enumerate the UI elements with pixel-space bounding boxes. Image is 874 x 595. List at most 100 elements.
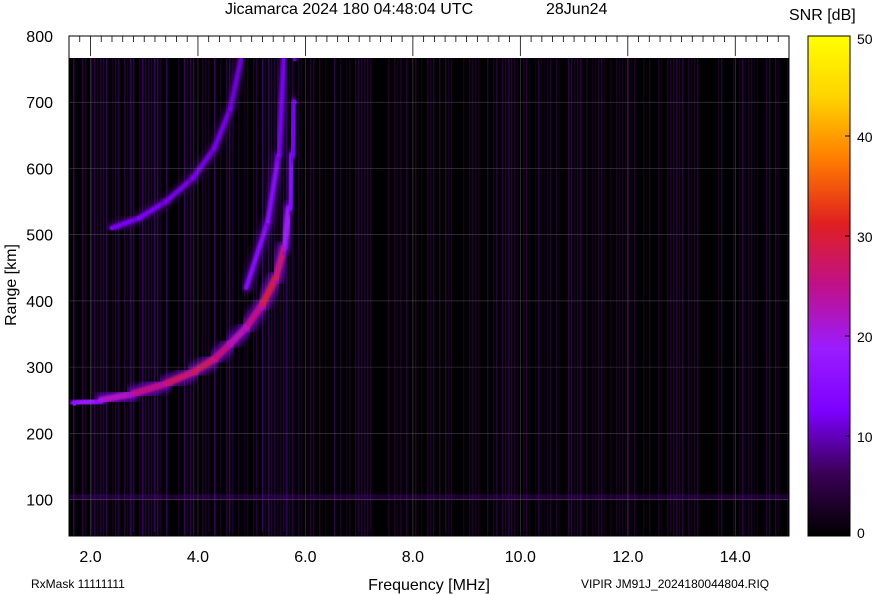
noise-streak: [310, 58, 312, 536]
trace-point: [137, 216, 141, 220]
chart-date: 28Jun24: [546, 1, 607, 18]
noise-streak: [619, 58, 621, 536]
noise-streak: [751, 58, 753, 536]
noise-streak: [73, 58, 75, 536]
noise-streak: [325, 58, 327, 536]
noise-streak: [97, 58, 99, 536]
noise-streak: [475, 58, 477, 536]
colorbar-label: SNR [dB]: [789, 7, 856, 24]
noise-streak: [394, 58, 396, 536]
noise-streak: [238, 58, 240, 536]
noise-streak: [463, 58, 465, 536]
noise-streak: [649, 58, 651, 536]
noise-streak: [400, 58, 402, 536]
y-tick-label: 600: [26, 161, 53, 178]
noise-streak: [616, 58, 618, 536]
y-tick-label: 200: [26, 426, 53, 443]
noise-streak: [313, 58, 315, 536]
trace-point: [211, 356, 217, 362]
noise-streak: [406, 58, 408, 536]
noise-streak: [595, 58, 597, 536]
noise-streak: [127, 58, 129, 536]
y-axis: 100 200 300 400 500 600 700 800: [26, 29, 53, 510]
noise-streak: [184, 58, 186, 536]
noise-streak: [364, 58, 366, 536]
noise-streak: [505, 58, 507, 536]
trace-point: [273, 275, 279, 280]
colorbar-tick-label: 30: [857, 229, 873, 245]
noise-streak: [361, 58, 363, 536]
trace-point: [72, 401, 77, 406]
noise-streak: [451, 58, 453, 536]
x-tick-label: 6.0: [294, 549, 316, 566]
noise-streak: [733, 58, 735, 536]
noise-streak: [550, 58, 552, 536]
noise-streak: [205, 58, 207, 536]
noise-streak: [739, 58, 741, 536]
noise-streak: [622, 58, 624, 536]
noise-streak: [112, 58, 114, 536]
chart-title: Jicamarca 2024 180 04:48:04 UTC: [225, 1, 473, 18]
noise-streak: [232, 58, 234, 536]
noise-streak: [154, 58, 156, 536]
trace-point: [244, 286, 248, 290]
colorbar-gradient: [807, 35, 851, 537]
noise-streak: [511, 58, 513, 536]
noise-streak: [82, 58, 84, 536]
trace-point: [228, 107, 232, 111]
noise-streak: [367, 58, 369, 536]
noise-streak: [556, 58, 558, 536]
y-tick-label: 100: [26, 493, 53, 510]
noise-streak: [721, 58, 723, 536]
noise-streak: [145, 58, 147, 536]
noise-streak: [598, 58, 600, 536]
noise-streak: [670, 58, 672, 536]
noise-streak: [766, 58, 768, 536]
noise-streak: [535, 58, 537, 536]
noise-streak: [508, 58, 510, 536]
noise-streak: [778, 58, 780, 536]
colorbar-tick-label: 0: [857, 525, 865, 541]
noise-streak: [676, 58, 678, 536]
trace-point: [190, 370, 195, 375]
trace-point: [212, 146, 216, 151]
noise-streak: [214, 58, 216, 536]
colorbar: SNR [dB] 0 10 20 30 40 50: [789, 7, 873, 541]
noise-streak: [493, 58, 495, 536]
noise-streak: [694, 58, 696, 536]
noise-streak: [388, 58, 390, 536]
noise-streak: [115, 58, 117, 536]
noise-streak: [106, 58, 108, 536]
plot-area: [66, 35, 790, 537]
noise-streak: [427, 58, 429, 536]
noise-streak: [742, 58, 744, 536]
x-tick-label: 2.0: [79, 549, 101, 566]
noise-streak: [397, 58, 399, 536]
trace-point: [281, 245, 287, 251]
ionogram-chart: Jicamarca 2024 180 04:48:04 UTC 28Jun24 …: [3, 1, 873, 594]
noise-streak: [628, 58, 630, 536]
noise-streak: [124, 58, 126, 536]
noise-streak: [346, 58, 348, 536]
trace-point: [163, 381, 168, 386]
noise-streak: [631, 58, 633, 536]
noise-streak: [634, 58, 636, 536]
noise-streak: [592, 58, 594, 536]
trace-point: [190, 176, 195, 180]
noise-streak: [430, 58, 432, 536]
noise-streak: [538, 58, 540, 536]
noise-streak: [526, 58, 528, 536]
x-axis-label: Frequency [MHz]: [368, 577, 490, 594]
noise-streak: [247, 58, 249, 536]
noise-streak: [439, 58, 441, 536]
noise-streak: [355, 58, 357, 536]
noise-streak: [139, 58, 141, 536]
trace-point: [289, 153, 295, 158]
noise-streak: [745, 58, 747, 536]
noise-streak: [754, 58, 756, 536]
top-strip: [69, 36, 789, 58]
noise-streak: [118, 58, 120, 536]
x-axis: 2.0 4.0 6.0 8.0 10.0 12.0 14.0: [79, 549, 751, 566]
x-tick-label: 12.0: [612, 549, 643, 566]
noise-streak: [775, 58, 777, 536]
